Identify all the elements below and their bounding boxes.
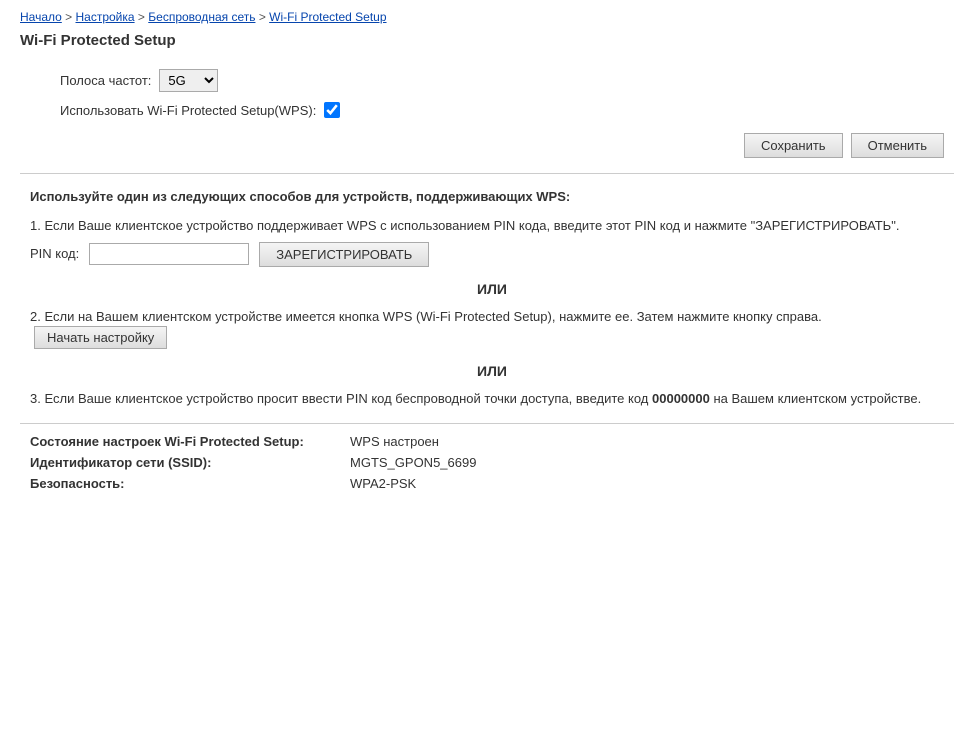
wps-label: Использовать Wi-Fi Protected Setup(WPS): xyxy=(60,103,316,118)
security-value: WPA2-PSK xyxy=(350,476,416,491)
breadcrumb-sep2: > xyxy=(138,10,148,24)
button-row: Сохранить Отменить xyxy=(20,133,954,158)
frequency-label: Полоса частот: xyxy=(60,73,151,88)
breadcrumb-sep3: > xyxy=(259,10,269,24)
breadcrumb-settings[interactable]: Настройка xyxy=(76,10,135,24)
pin-row: PIN код: ЗАРЕГИСТРИРОВАТЬ xyxy=(30,242,954,267)
form-section: Полоса частот: 5G 2.4G Использовать Wi-F… xyxy=(60,69,954,118)
or-divider-2: ИЛИ xyxy=(30,363,954,379)
wps-step2: 2. Если на Вашем клиентском устройстве и… xyxy=(30,307,954,350)
frequency-row: Полоса частот: 5G 2.4G xyxy=(60,69,954,92)
frequency-select[interactable]: 5G 2.4G xyxy=(159,69,218,92)
pin-input[interactable] xyxy=(89,243,249,265)
ssid-label: Идентификатор сети (SSID): xyxy=(30,455,350,470)
wps-step3-description-after: на Вашем клиентском устройстве. xyxy=(710,391,921,406)
breadcrumb-home[interactable]: Начало xyxy=(20,10,62,24)
breadcrumb-wps[interactable]: Wi-Fi Protected Setup xyxy=(269,10,386,24)
pin-label: PIN код: xyxy=(30,244,79,264)
security-row: Безопасность: WPA2-PSK xyxy=(30,476,954,491)
wps-step3: 3. Если Ваше клиентское устройство проси… xyxy=(30,389,954,409)
start-setup-button[interactable]: Начать настройку xyxy=(34,326,167,349)
breadcrumb-wireless[interactable]: Беспроводная сеть xyxy=(148,10,255,24)
ssid-row: Идентификатор сети (SSID): MGTS_GPON5_66… xyxy=(30,455,954,470)
wps-checkbox-row: Использовать Wi-Fi Protected Setup(WPS): xyxy=(60,102,954,118)
wps-status-value: WPS настроен xyxy=(350,434,439,449)
divider-1 xyxy=(20,173,954,174)
cancel-button[interactable]: Отменить xyxy=(851,133,944,158)
register-button[interactable]: ЗАРЕГИСТРИРОВАТЬ xyxy=(259,242,429,267)
breadcrumb: Начало > Настройка > Беспроводная сеть >… xyxy=(20,10,954,24)
wps-header: Используйте один из следующих способов д… xyxy=(30,189,954,204)
or-divider-1: ИЛИ xyxy=(30,281,954,297)
wps-step3-description-before: 3. Если Ваше клиентское устройство проси… xyxy=(30,391,652,406)
wps-step2-description: 2. Если на Вашем клиентском устройстве и… xyxy=(30,309,822,324)
status-section: Состояние настроек Wi-Fi Protected Setup… xyxy=(30,434,954,491)
wps-step1: 1. Если Ваше клиентское устройство подде… xyxy=(30,216,954,267)
ssid-value: MGTS_GPON5_6699 xyxy=(350,455,476,470)
save-button[interactable]: Сохранить xyxy=(744,133,843,158)
wps-status-label: Состояние настроек Wi-Fi Protected Setup… xyxy=(30,434,350,449)
wps-step3-pin-code: 00000000 xyxy=(652,391,710,406)
wps-step1-description: 1. Если Ваше клиентское устройство подде… xyxy=(30,216,954,236)
page-title: Wi-Fi Protected Setup xyxy=(20,32,954,49)
wps-status-row: Состояние настроек Wi-Fi Protected Setup… xyxy=(30,434,954,449)
wps-methods-section: Используйте один из следующих способов д… xyxy=(30,189,954,409)
wps-checkbox[interactable] xyxy=(324,102,340,118)
divider-2 xyxy=(20,423,954,424)
security-label: Безопасность: xyxy=(30,476,350,491)
breadcrumb-sep1: > xyxy=(65,10,75,24)
